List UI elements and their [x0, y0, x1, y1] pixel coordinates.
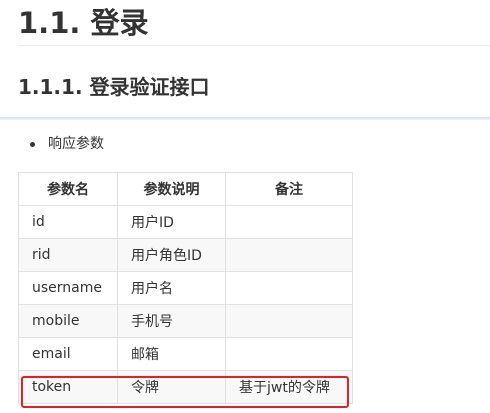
cell-remark — [225, 271, 353, 305]
cell-param-name: rid — [18, 238, 118, 272]
header-param-desc: 参数说明 — [117, 172, 226, 206]
cell-remark: 基于jwt的令牌 — [225, 370, 353, 404]
cell-param-name: id — [18, 205, 118, 239]
cell-remark — [225, 238, 353, 272]
section-title: 1.1.1. 登录验证接口 — [18, 75, 210, 99]
table-row: username 用户名 — [18, 271, 353, 305]
cell-param-name: token — [18, 370, 118, 404]
bullet-item: 响应参数 — [28, 134, 104, 154]
cell-remark — [225, 337, 353, 371]
cell-param-desc: 邮箱 — [117, 337, 226, 371]
cell-param-desc: 用户角色ID — [117, 238, 226, 272]
title-divider — [18, 45, 490, 46]
cell-remark — [225, 205, 353, 239]
table-row: mobile 手机号 — [18, 304, 353, 338]
cell-param-name: email — [18, 337, 118, 371]
header-remark: 备注 — [225, 172, 353, 206]
bullet-list: 响应参数 — [28, 134, 104, 154]
cell-param-name: username — [18, 271, 118, 305]
cell-param-desc: 用户名 — [117, 271, 226, 305]
cell-param-name: mobile — [18, 304, 118, 338]
table-header-row: 参数名 参数说明 备注 — [18, 172, 353, 206]
bullet-dot-icon — [30, 142, 35, 147]
table-row: email 邮箱 — [18, 337, 353, 371]
response-params-table: 参数名 参数说明 备注 id 用户ID rid 用户角色ID username … — [18, 172, 353, 404]
bullet-item-label: 响应参数 — [48, 136, 104, 152]
header-param-name: 参数名 — [18, 172, 118, 206]
table-row-highlighted: token 令牌 基于jwt的令牌 — [18, 370, 353, 404]
cell-param-desc: 用户ID — [117, 205, 226, 239]
cell-remark — [225, 304, 353, 338]
table-row: id 用户ID — [18, 205, 353, 239]
cell-param-desc: 令牌 — [117, 370, 226, 404]
cell-param-desc: 手机号 — [117, 304, 226, 338]
table-row: rid 用户角色ID — [18, 238, 353, 272]
page-title: 1.1. 登录 — [18, 6, 149, 40]
section-divider — [0, 117, 490, 120]
